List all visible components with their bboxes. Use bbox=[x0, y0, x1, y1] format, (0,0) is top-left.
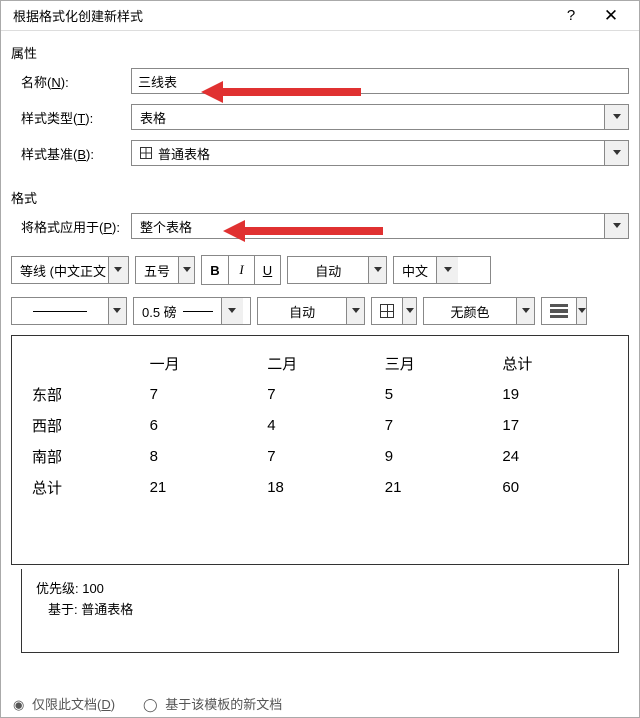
name-label: 名称(N): bbox=[11, 72, 131, 91]
lang-combo[interactable]: 中文 bbox=[393, 256, 491, 284]
rows-icon bbox=[550, 304, 568, 318]
table-row: 一月 二月 三月 总计 bbox=[26, 348, 614, 379]
biu-group: B I U bbox=[201, 255, 281, 285]
line-weight-combo[interactable]: 0.5 磅 bbox=[133, 297, 251, 325]
line-style-combo[interactable] bbox=[11, 297, 127, 325]
section-properties: 属性 bbox=[1, 31, 639, 68]
priority-text: 优先级: 100 bbox=[36, 579, 604, 600]
chevron-down-icon[interactable] bbox=[604, 141, 628, 165]
chevron-down-icon[interactable] bbox=[604, 214, 628, 238]
font-size-combo[interactable]: 五号 bbox=[135, 256, 195, 284]
preview-panel: 一月 二月 三月 总计 东部77519 西部64717 南部87924 总计21… bbox=[11, 335, 629, 565]
table-icon bbox=[140, 147, 152, 159]
table-row: 南部87924 bbox=[26, 441, 614, 472]
apply-to-combo[interactable]: 整个表格 bbox=[131, 213, 629, 239]
close-button[interactable]: ✕ bbox=[591, 3, 631, 29]
chevron-down-icon[interactable] bbox=[108, 257, 128, 283]
help-button[interactable]: ? bbox=[551, 4, 591, 27]
borders-button[interactable] bbox=[371, 297, 417, 325]
underline-button[interactable]: U bbox=[254, 256, 280, 284]
chevron-down-icon[interactable] bbox=[576, 298, 586, 324]
bold-button[interactable]: B bbox=[202, 256, 228, 284]
table-row: 总计21182160 bbox=[26, 472, 614, 503]
chevron-down-icon[interactable] bbox=[221, 298, 243, 324]
type-label: 样式类型(T): bbox=[11, 108, 131, 127]
table-row: 西部64717 bbox=[26, 410, 614, 441]
apply-label: 将格式应用于(P): bbox=[11, 217, 131, 236]
based-on-text: 基于: 普通表格 bbox=[36, 600, 604, 621]
pen-color-combo[interactable]: 自动 bbox=[257, 297, 365, 325]
alignment-button[interactable] bbox=[541, 297, 587, 325]
base-label: 样式基准(B): bbox=[11, 144, 131, 163]
chevron-down-icon[interactable] bbox=[368, 257, 386, 283]
chevron-down-icon[interactable] bbox=[436, 257, 458, 283]
chevron-down-icon[interactable] bbox=[178, 257, 194, 283]
chevron-down-icon[interactable] bbox=[402, 298, 416, 324]
italic-button[interactable]: I bbox=[228, 256, 254, 284]
font-color-combo[interactable]: 自动 bbox=[287, 256, 387, 284]
dialog-title: 根据格式化创建新样式 bbox=[13, 6, 551, 25]
name-input[interactable] bbox=[131, 68, 629, 94]
section-format: 格式 bbox=[1, 176, 639, 213]
chevron-down-icon[interactable] bbox=[346, 298, 364, 324]
radio-template-docs[interactable]: 基于该模板的新文档 bbox=[143, 694, 282, 713]
style-base-combo[interactable]: 普通表格 bbox=[131, 140, 629, 166]
font-toolbar: 等线 (中文正文 五号 B I U 自动 中文 bbox=[1, 249, 639, 291]
info-panel: 优先级: 100 基于: 普通表格 bbox=[21, 569, 619, 653]
table-row: 东部77519 bbox=[26, 379, 614, 410]
line-sample-icon bbox=[33, 311, 87, 312]
style-type-combo[interactable]: 表格 bbox=[131, 104, 629, 130]
radio-this-doc[interactable]: 仅限此文档(D) bbox=[13, 694, 115, 713]
grid-icon bbox=[380, 304, 394, 318]
chevron-down-icon[interactable] bbox=[516, 298, 534, 324]
preview-table: 一月 二月 三月 总计 东部77519 西部64717 南部87924 总计21… bbox=[26, 348, 614, 503]
chevron-down-icon[interactable] bbox=[108, 298, 126, 324]
line-sample-icon bbox=[183, 311, 213, 312]
fill-color-combo[interactable]: 无颜色 bbox=[423, 297, 535, 325]
font-family-combo[interactable]: 等线 (中文正文 bbox=[11, 256, 129, 284]
border-toolbar: 0.5 磅 自动 无颜色 bbox=[1, 291, 639, 331]
chevron-down-icon[interactable] bbox=[604, 105, 628, 129]
